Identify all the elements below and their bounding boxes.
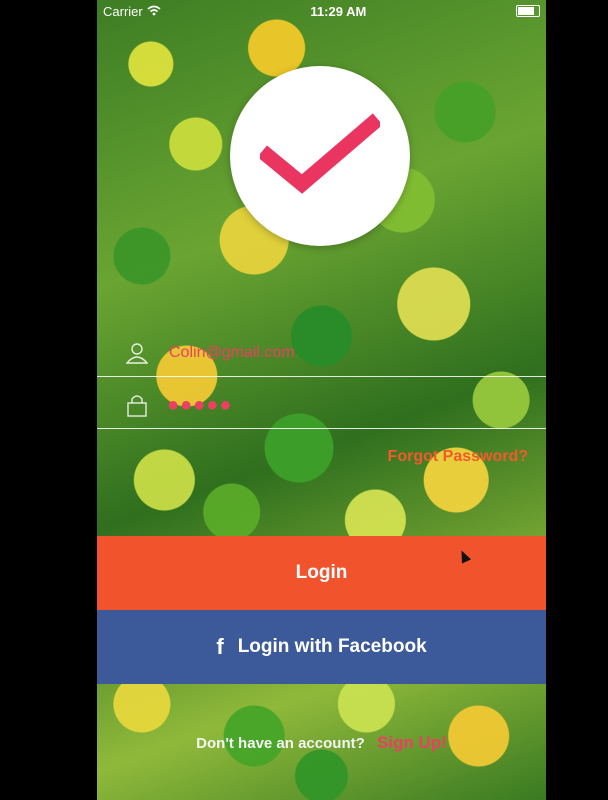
facebook-login-button[interactable]: f Login with Facebook [97, 610, 546, 684]
status-left: Carrier [103, 4, 161, 19]
login-button[interactable]: Login [97, 536, 546, 610]
signup-link[interactable]: Sign Up! [377, 733, 447, 752]
password-field[interactable]: ●●●●● [167, 394, 232, 417]
facebook-button-label: Login with Facebook [237, 636, 427, 657]
login-button-label: Login [295, 562, 348, 583]
status-bar: Carrier 11:29 AM [97, 0, 546, 22]
login-screen: Carrier 11:29 AM Colin@gmail.com ●●●●● F… [97, 0, 546, 800]
user-icon [125, 341, 149, 365]
carrier-label: Carrier [103, 3, 143, 19]
lock-icon [125, 393, 149, 417]
forgot-password-link[interactable]: Forgot Password? [388, 448, 528, 466]
facebook-icon: f [216, 634, 224, 659]
logo-badge [230, 66, 410, 246]
password-row: ●●●●● [97, 382, 546, 429]
signup-prompt: Don't have an account? [196, 735, 365, 752]
signup-row: Don't have an account? Sign Up! [97, 733, 546, 753]
email-field[interactable] [167, 343, 471, 363]
email-row [97, 330, 546, 377]
wifi-icon [147, 4, 161, 19]
status-time: 11:29 AM [310, 3, 367, 19]
battery-icon [516, 5, 540, 17]
